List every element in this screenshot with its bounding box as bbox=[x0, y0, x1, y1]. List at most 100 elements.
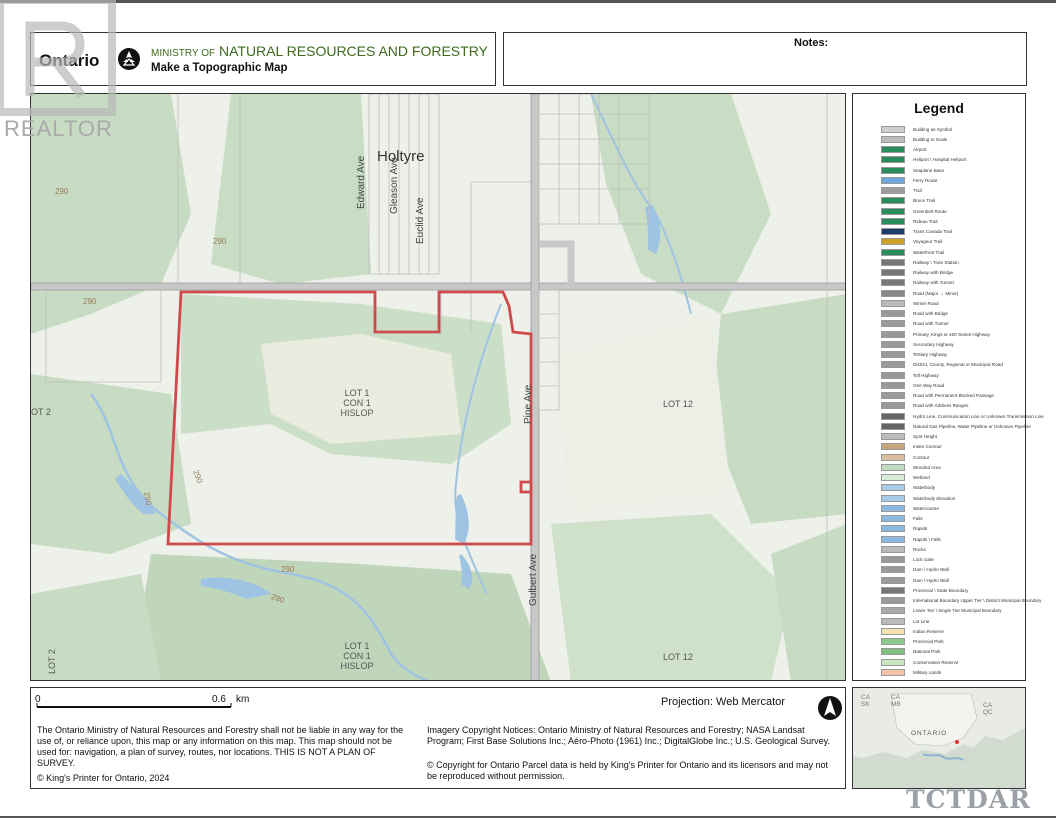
legend-item-label: Toll Highway bbox=[913, 372, 939, 378]
brand-watermark: TCTDAR bbox=[906, 785, 1031, 814]
lot-label: OT 2 bbox=[31, 407, 51, 417]
inset-canvas bbox=[853, 688, 1025, 788]
north-arrow-icon bbox=[818, 696, 842, 720]
legend-item: Ferry Route bbox=[881, 175, 937, 185]
legend-swatch bbox=[881, 197, 905, 205]
legend-item: Road with Bridge bbox=[881, 309, 948, 319]
legend-swatch bbox=[881, 371, 905, 379]
inset-label: SK bbox=[861, 701, 870, 708]
disclaimer-text: The Ontario Ministry of Natural Resource… bbox=[37, 725, 404, 768]
legend-item-label: Index Contour bbox=[913, 444, 942, 450]
legend-item: One Way Road bbox=[881, 380, 944, 390]
legend-swatch bbox=[881, 617, 905, 625]
legend-item: Road (Major → Minor) bbox=[881, 288, 958, 298]
lot-label: LOT 2 bbox=[47, 649, 57, 674]
legend-item: Spot Height bbox=[881, 432, 937, 442]
legend-item-label: Wooded Area bbox=[913, 464, 941, 470]
ministry-name: NATURAL RESOURCES AND FORESTRY bbox=[218, 43, 488, 59]
legend-item-label: Falls bbox=[913, 516, 923, 521]
legend-item-label: Road with Tunnel bbox=[913, 321, 949, 327]
legend-item-label: Waterbody bbox=[913, 485, 936, 491]
map-legend: Legend Building as Symbol Building to Sca… bbox=[852, 93, 1044, 681]
contour-label: 290 bbox=[281, 565, 295, 574]
contour-label: 290 bbox=[83, 297, 97, 306]
parcel-label: LOT 1 CON 1 HISLOP bbox=[331, 388, 383, 418]
legend-swatch bbox=[881, 433, 905, 440]
legend-item-label: Railway with Tunnel bbox=[913, 280, 954, 286]
legend-item-label: Dam \ Hydro Wall bbox=[913, 577, 949, 583]
legend-item: Voyageur Trail bbox=[881, 237, 942, 247]
legend-item: Winter Road bbox=[881, 298, 939, 308]
legend-item-label: Waterbody Elevation bbox=[913, 495, 956, 501]
scale-unit: km bbox=[236, 694, 250, 705]
legend-item-label: Building to Scale bbox=[913, 136, 948, 142]
topographic-map[interactable]: Holtyre Edward Ave Gleason Ave Euclid Av… bbox=[30, 93, 846, 681]
legend-swatch bbox=[881, 269, 905, 276]
legend-item-label: Dam \ Hydro Wall bbox=[913, 567, 949, 573]
legend-item-label: Voyageur Trail bbox=[913, 239, 943, 245]
legend-swatch bbox=[881, 658, 905, 666]
scale-bar bbox=[36, 703, 232, 708]
legend-swatch bbox=[881, 146, 905, 153]
legend-item: Indian Reserve bbox=[881, 626, 944, 636]
legend-item-label: Road with Permanent Blocked Passage bbox=[913, 393, 994, 398]
legend-swatch bbox=[881, 228, 905, 235]
legend-item: Heliport \ Hospital Heliport bbox=[881, 155, 966, 165]
legend-item-label: Trans Canada Trail bbox=[913, 229, 952, 234]
street-label: Euclid Ave bbox=[415, 197, 426, 244]
legend-swatch bbox=[881, 668, 905, 676]
legend-item: Tertiary Highway bbox=[881, 350, 947, 360]
legend-swatch bbox=[881, 576, 905, 584]
legend-item-label: Airport bbox=[913, 147, 927, 152]
legend-item: Rapids \ Falls bbox=[881, 534, 941, 544]
legend-item: Dam \ Hydro Wall bbox=[881, 575, 949, 585]
legend-item-label: Seaplane Base bbox=[913, 167, 945, 173]
legend-item-label: Indian Reserve bbox=[913, 628, 944, 634]
legend-swatch bbox=[881, 238, 905, 246]
legend-swatch bbox=[881, 392, 905, 399]
contour-label: 290 bbox=[213, 237, 227, 246]
realtor-watermark-text: REALTOR bbox=[4, 116, 113, 141]
street-label: Pine Ave bbox=[523, 384, 534, 424]
legend-swatch bbox=[881, 535, 905, 543]
parcel-notice: © Copyright for Ontario Parcel data is h… bbox=[427, 760, 829, 781]
contour-label: 290 bbox=[55, 187, 69, 196]
legend-swatch bbox=[881, 566, 905, 574]
place-name-holtyre: Holtyre bbox=[377, 148, 425, 165]
legend-item: Conservation Reserve bbox=[881, 657, 958, 667]
legend-swatch bbox=[881, 135, 905, 143]
realtor-logo-icon bbox=[0, 0, 116, 116]
legend-item: National Park bbox=[881, 647, 941, 657]
legend-item-label: Waterfront Trail bbox=[913, 249, 945, 255]
legend-item-label: Watercourse bbox=[913, 505, 939, 511]
legend-item-label: Rideau Trail bbox=[913, 218, 938, 224]
legend-swatch bbox=[881, 289, 905, 297]
legend-item-label: Contour bbox=[913, 454, 930, 460]
legend-item: Primary, Kings or 400 Series Highway bbox=[881, 329, 990, 339]
legend-item: Railway with Tunnel bbox=[881, 278, 954, 288]
legend-title: Legend bbox=[914, 100, 964, 116]
map-footer: 0 0.6 km Projection: Web Mercator The On… bbox=[30, 687, 846, 789]
legend-swatch bbox=[881, 556, 905, 563]
legend-item: Dam \ Hydro Wall bbox=[881, 565, 949, 575]
lot-label: LOT 12 bbox=[663, 652, 693, 662]
parcel-con: CON 1 bbox=[343, 398, 371, 408]
legend-item-label: Road with Address Ranges bbox=[913, 403, 969, 409]
legend-item: Wetland bbox=[881, 473, 930, 483]
legend-item-label: Primary, Kings or 400 Series Highway bbox=[913, 331, 991, 337]
top-border-line bbox=[0, 0, 1056, 3]
legend-swatch bbox=[881, 638, 905, 645]
legend-swatch bbox=[881, 607, 905, 615]
legend-item-label: Lock Gate bbox=[913, 557, 934, 562]
ministry-title: MINISTRY OF NATURAL RESOURCES AND FOREST… bbox=[151, 43, 488, 59]
legend-item-label: Rapids \ Falls bbox=[913, 536, 941, 542]
lot-label: LOT 12 bbox=[663, 399, 693, 409]
legend-item: Waterbody Elevation bbox=[881, 493, 955, 503]
legend-item: International Boundary Upper Tier \ Dist… bbox=[881, 596, 1041, 606]
legend-swatch bbox=[881, 258, 905, 266]
notes-box[interactable]: Notes: bbox=[503, 32, 1027, 86]
legend-item: Secondary Highway bbox=[881, 339, 954, 349]
legend-item-label: Railway with Bridge bbox=[913, 270, 954, 275]
parcel-township: HISLOP bbox=[340, 661, 374, 671]
legend-item: Lock Gate bbox=[881, 555, 934, 565]
